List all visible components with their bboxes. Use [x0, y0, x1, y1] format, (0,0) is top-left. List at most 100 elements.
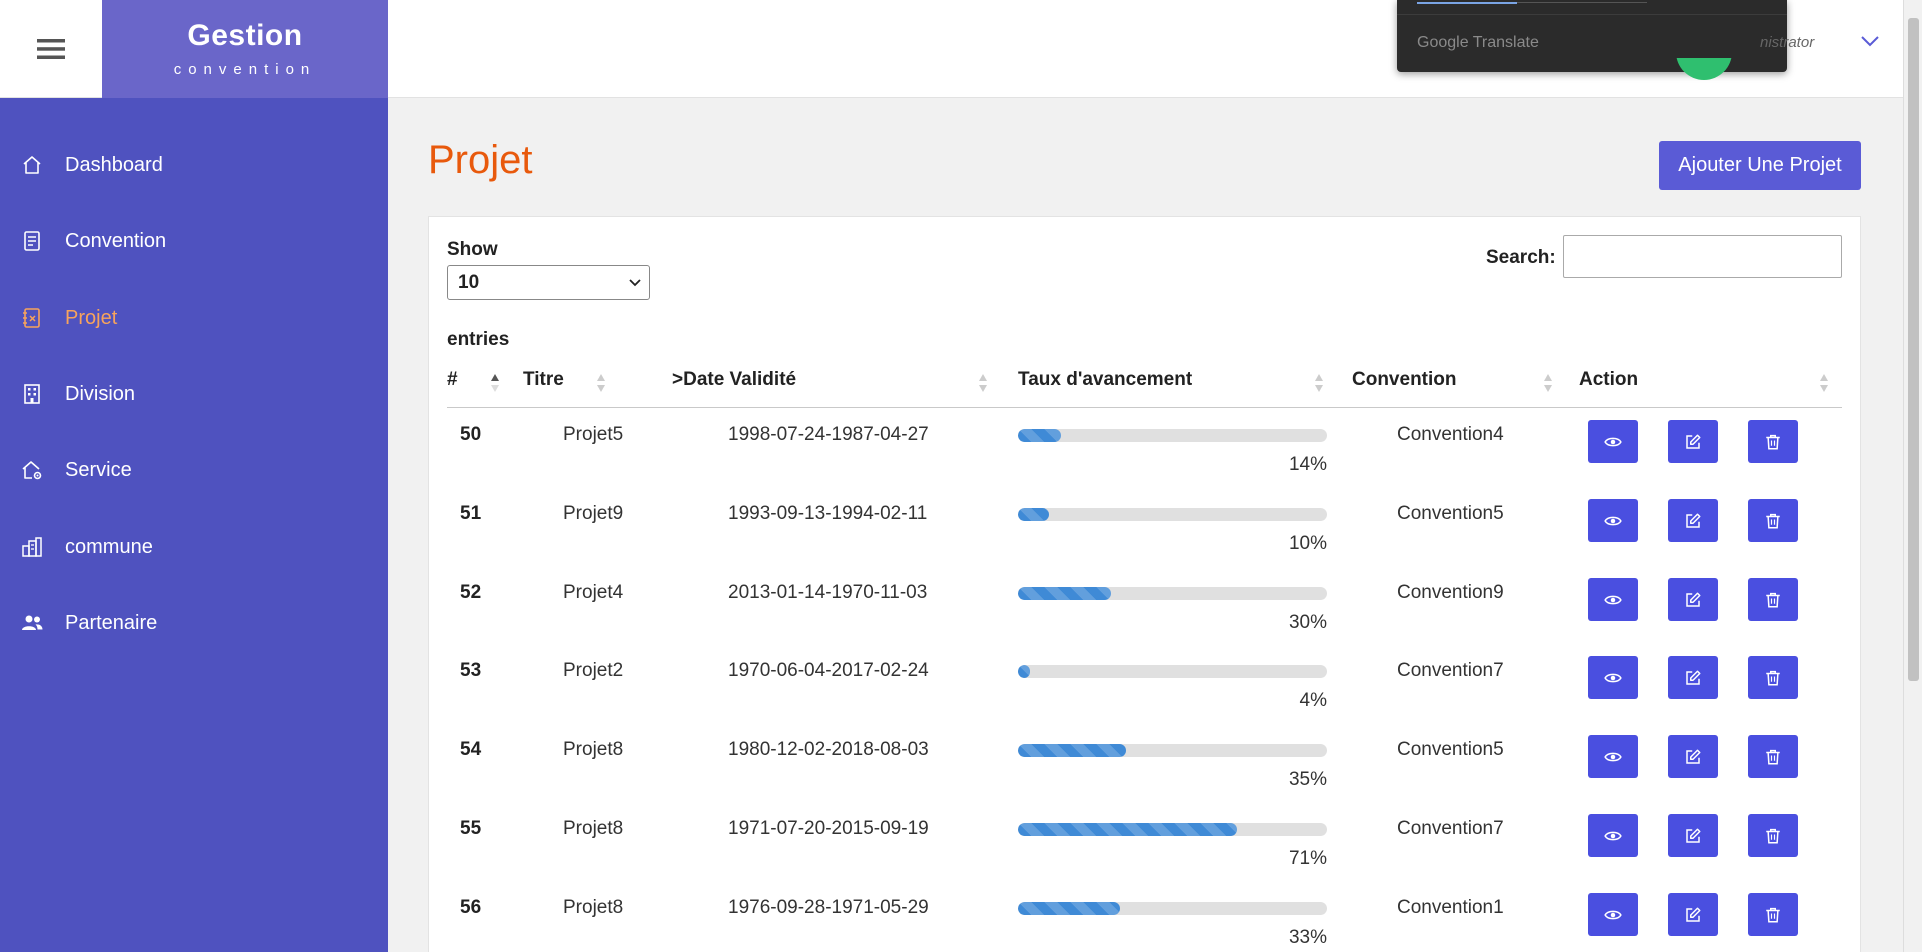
sidebar-item-label: Service — [65, 458, 132, 481]
sort-icon[interactable] — [978, 372, 988, 394]
sidebar-item-commune[interactable]: commune — [0, 522, 388, 572]
sort-asc-icon[interactable] — [490, 372, 500, 394]
avatar[interactable] — [1676, 58, 1732, 80]
sidebar-item-label: Division — [65, 382, 136, 405]
edit-button[interactable] — [1668, 735, 1718, 778]
row-convention: Convention7 — [1397, 660, 1504, 681]
delete-button[interactable] — [1748, 735, 1798, 778]
row-titre: Projet2 — [563, 660, 624, 681]
sidebar-item-division[interactable]: Division — [0, 369, 388, 419]
progress-bar-fill — [1018, 587, 1111, 600]
row-id: 55 — [460, 818, 482, 839]
sidebar-item-dashboard[interactable]: Dashboard — [0, 140, 388, 190]
entries-per-page-value: 10 — [458, 272, 480, 293]
search-input[interactable] — [1563, 235, 1842, 278]
view-button[interactable] — [1588, 499, 1638, 542]
delete-button[interactable] — [1748, 814, 1798, 857]
sort-icon[interactable] — [596, 372, 606, 394]
entries-per-page-select[interactable]: 10 — [447, 265, 650, 300]
progress-bar — [1018, 587, 1327, 600]
sidebar: Dashboard Convention Projet Division Ser… — [0, 98, 388, 952]
row-titre: Projet8 — [563, 897, 624, 918]
row-convention: Convention4 — [1397, 424, 1504, 445]
progress-bar — [1018, 744, 1327, 757]
column-header-titre[interactable]: Titre — [523, 369, 564, 391]
row-date: 2013-01-14-1970-11-03 — [728, 582, 928, 603]
trash-icon — [1766, 434, 1780, 449]
sidebar-item-label: Projet — [65, 306, 118, 329]
progress-bar-fill — [1018, 902, 1120, 915]
edit-button[interactable] — [1668, 578, 1718, 621]
sidebar-item-label: commune — [65, 535, 153, 558]
row-convention: Convention5 — [1397, 503, 1504, 524]
delete-button[interactable] — [1748, 499, 1798, 542]
edit-button[interactable] — [1668, 656, 1718, 699]
table-row: 50 Projet5 1998-07-24-1987-04-27 14% Con… — [429, 409, 1862, 487]
row-titre: Projet9 — [563, 503, 624, 524]
sort-icon[interactable] — [1543, 372, 1553, 394]
eye-icon — [1604, 673, 1622, 682]
brand-logo[interactable]: Gestion convention — [102, 0, 388, 98]
scrollbar-thumb[interactable] — [1908, 18, 1919, 681]
progress-label: 10% — [1288, 533, 1327, 554]
sidebar-item-convention[interactable]: Convention — [0, 216, 388, 266]
brand-subtitle: convention — [173, 61, 317, 78]
row-titre: Projet8 — [563, 818, 624, 839]
users-icon — [20, 611, 44, 635]
edit-button[interactable] — [1668, 499, 1718, 542]
sort-icon[interactable] — [1819, 372, 1829, 394]
row-id: 51 — [460, 503, 482, 524]
page-scrollbar[interactable] — [1903, 0, 1922, 952]
sidebar-item-service[interactable]: Service — [0, 445, 388, 495]
view-button[interactable] — [1588, 814, 1638, 857]
view-button[interactable] — [1588, 735, 1638, 778]
edit-icon — [1686, 828, 1701, 843]
view-button[interactable] — [1588, 893, 1638, 936]
row-titre: Projet5 — [563, 424, 624, 445]
chevron-down-icon[interactable] — [1859, 33, 1881, 49]
column-header-convention[interactable]: Convention — [1352, 369, 1457, 391]
sidebar-item-label: Dashboard — [65, 153, 163, 176]
sort-icon[interactable] — [1314, 372, 1324, 394]
column-header-taux[interactable]: Taux d'avancement — [1018, 369, 1192, 391]
table-row: 55 Projet8 1971-07-20-2015-09-19 71% Con… — [429, 803, 1862, 881]
sidebar-item-partenaire[interactable]: Partenaire — [0, 598, 388, 648]
edit-icon — [1686, 907, 1701, 922]
progress-bar-fill — [1018, 744, 1127, 757]
entries-label: entries — [447, 329, 510, 350]
table-row: 52 Projet4 2013-01-14-1970-11-03 30% Con… — [429, 567, 1862, 645]
delete-button[interactable] — [1748, 893, 1798, 936]
eye-icon — [1604, 752, 1622, 761]
translate-tab-divider — [1517, 2, 1647, 3]
edit-icon — [1686, 513, 1701, 528]
view-button[interactable] — [1588, 420, 1638, 463]
column-header-action[interactable]: Action — [1579, 369, 1638, 391]
column-header-id[interactable]: # — [447, 369, 458, 391]
row-date: 1976-09-28-1971-05-29 — [728, 897, 929, 918]
delete-button[interactable] — [1748, 656, 1798, 699]
delete-button[interactable] — [1748, 420, 1798, 463]
progress-bar-fill — [1018, 508, 1049, 521]
row-titre: Projet8 — [563, 739, 624, 760]
sidebar-item-projet[interactable]: Projet — [0, 293, 388, 343]
edit-button[interactable] — [1668, 814, 1718, 857]
trash-icon — [1766, 670, 1780, 685]
eye-icon — [1604, 595, 1622, 604]
edit-icon — [1686, 434, 1701, 449]
progress-bar-fill — [1018, 823, 1238, 836]
edit-button[interactable] — [1668, 893, 1718, 936]
view-button[interactable] — [1588, 656, 1638, 699]
view-button[interactable] — [1588, 578, 1638, 621]
column-header-date-validite[interactable]: >Date Validité — [672, 369, 796, 391]
table-row: 53 Projet2 1970-06-04-2017-02-24 4% Conv… — [429, 645, 1862, 723]
add-project-button[interactable]: Ajouter Une Projet — [1659, 141, 1861, 190]
edit-icon — [1686, 592, 1701, 607]
row-convention: Convention7 — [1397, 818, 1504, 839]
delete-button[interactable] — [1748, 578, 1798, 621]
table-header-divider — [447, 407, 1842, 408]
hamburger-menu-button[interactable] — [0, 0, 102, 98]
progress-label: 71% — [1288, 848, 1327, 869]
eye-icon — [1604, 831, 1622, 840]
edit-button[interactable] — [1668, 420, 1718, 463]
user-name[interactable]: nistrator — [1760, 34, 1814, 51]
